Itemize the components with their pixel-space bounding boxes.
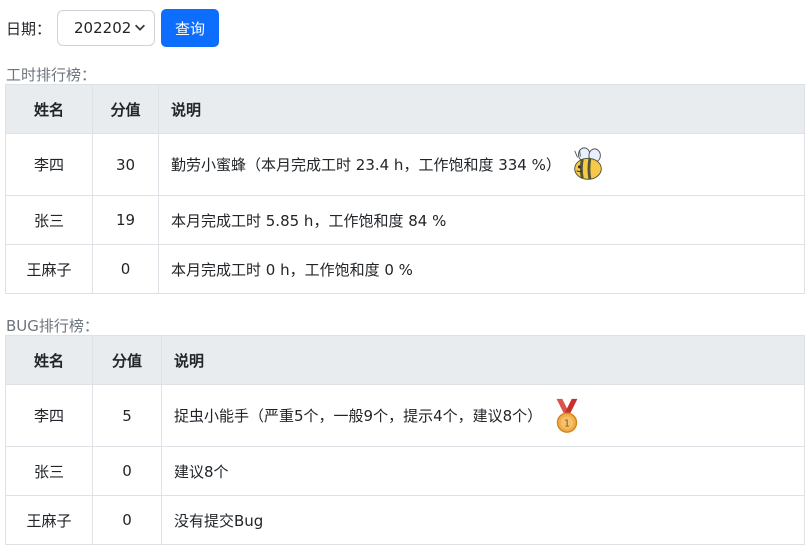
bee-icon xyxy=(574,146,602,180)
row-score: 0 xyxy=(92,446,162,496)
svg-text:1: 1 xyxy=(564,418,570,429)
row-name: 张三 xyxy=(5,446,93,496)
row-score: 19 xyxy=(92,195,159,245)
medal-icon: 1 xyxy=(556,398,578,433)
header-score: 分值 xyxy=(92,84,159,134)
table-header-row: 姓名 分值 说明 xyxy=(5,84,805,134)
row-desc: 勤劳小蜜蜂（本月完成工时 23.4 h，工作饱和度 334 %） xyxy=(171,156,561,174)
date-select[interactable]: 202202 xyxy=(57,10,156,46)
query-button[interactable]: 查询 xyxy=(161,9,220,47)
table-row: 李四 5 捉虫小能手（严重5个，一般9个，提示4个，建议8个） 1 xyxy=(5,384,805,447)
table-header-row: 姓名 分值 说明 xyxy=(5,335,805,385)
table-row: 王麻子 0 本月完成工时 0 h，工作饱和度 0 % xyxy=(5,244,805,294)
header-name: 姓名 xyxy=(5,335,93,385)
row-desc: 捉虫小能手（严重5个，一般9个，提示4个，建议8个） xyxy=(174,407,543,425)
row-name: 张三 xyxy=(5,195,93,245)
row-desc-cell: 捉虫小能手（严重5个，一般9个，提示4个，建议8个） 1 xyxy=(161,384,805,447)
table-row: 李四 30 勤劳小蜜蜂（本月完成工时 23.4 h，工作饱和度 334 %） xyxy=(5,133,805,196)
date-filter: 日期： 202202 查询 xyxy=(6,9,220,47)
header-score: 分值 xyxy=(92,335,162,385)
header-name: 姓名 xyxy=(5,84,93,134)
row-name: 李四 xyxy=(5,133,93,196)
table-row: 张三 0 建议8个 xyxy=(5,446,805,496)
row-desc: 本月完成工时 0 h，工作饱和度 0 % xyxy=(158,244,805,294)
row-desc: 建议8个 xyxy=(161,446,805,496)
row-desc-cell: 勤劳小蜜蜂（本月完成工时 23.4 h，工作饱和度 334 %） xyxy=(158,133,805,196)
hours-ranking-table: 姓名 分值 说明 李四 30 勤劳小蜜蜂（本月完成工时 23.4 h，工作饱和度… xyxy=(5,84,805,294)
row-score: 0 xyxy=(92,495,162,545)
row-name: 王麻子 xyxy=(5,495,93,545)
row-desc: 没有提交Bug xyxy=(161,495,805,545)
date-label: 日期： xyxy=(6,19,52,38)
bug-ranking-title: BUG排行榜： xyxy=(6,317,99,335)
table-row: 王麻子 0 没有提交Bug xyxy=(5,495,805,545)
row-score: 0 xyxy=(92,244,159,294)
chevron-down-icon xyxy=(135,24,146,31)
table-row: 张三 19 本月完成工时 5.85 h，工作饱和度 84 % xyxy=(5,195,805,245)
header-desc: 说明 xyxy=(158,84,805,134)
row-score: 5 xyxy=(92,384,162,447)
row-name: 李四 xyxy=(5,384,93,447)
hours-ranking-title: 工时排行榜： xyxy=(6,66,97,84)
row-desc: 本月完成工时 5.85 h，工作饱和度 84 % xyxy=(158,195,805,245)
header-desc: 说明 xyxy=(161,335,805,385)
row-score: 30 xyxy=(92,133,159,196)
bug-ranking-table: 姓名 分值 说明 李四 5 捉虫小能手（严重5个，一般9个，提示4个，建议8个）… xyxy=(5,335,805,545)
date-select-value: 202202 xyxy=(74,19,132,37)
row-name: 王麻子 xyxy=(5,244,93,294)
